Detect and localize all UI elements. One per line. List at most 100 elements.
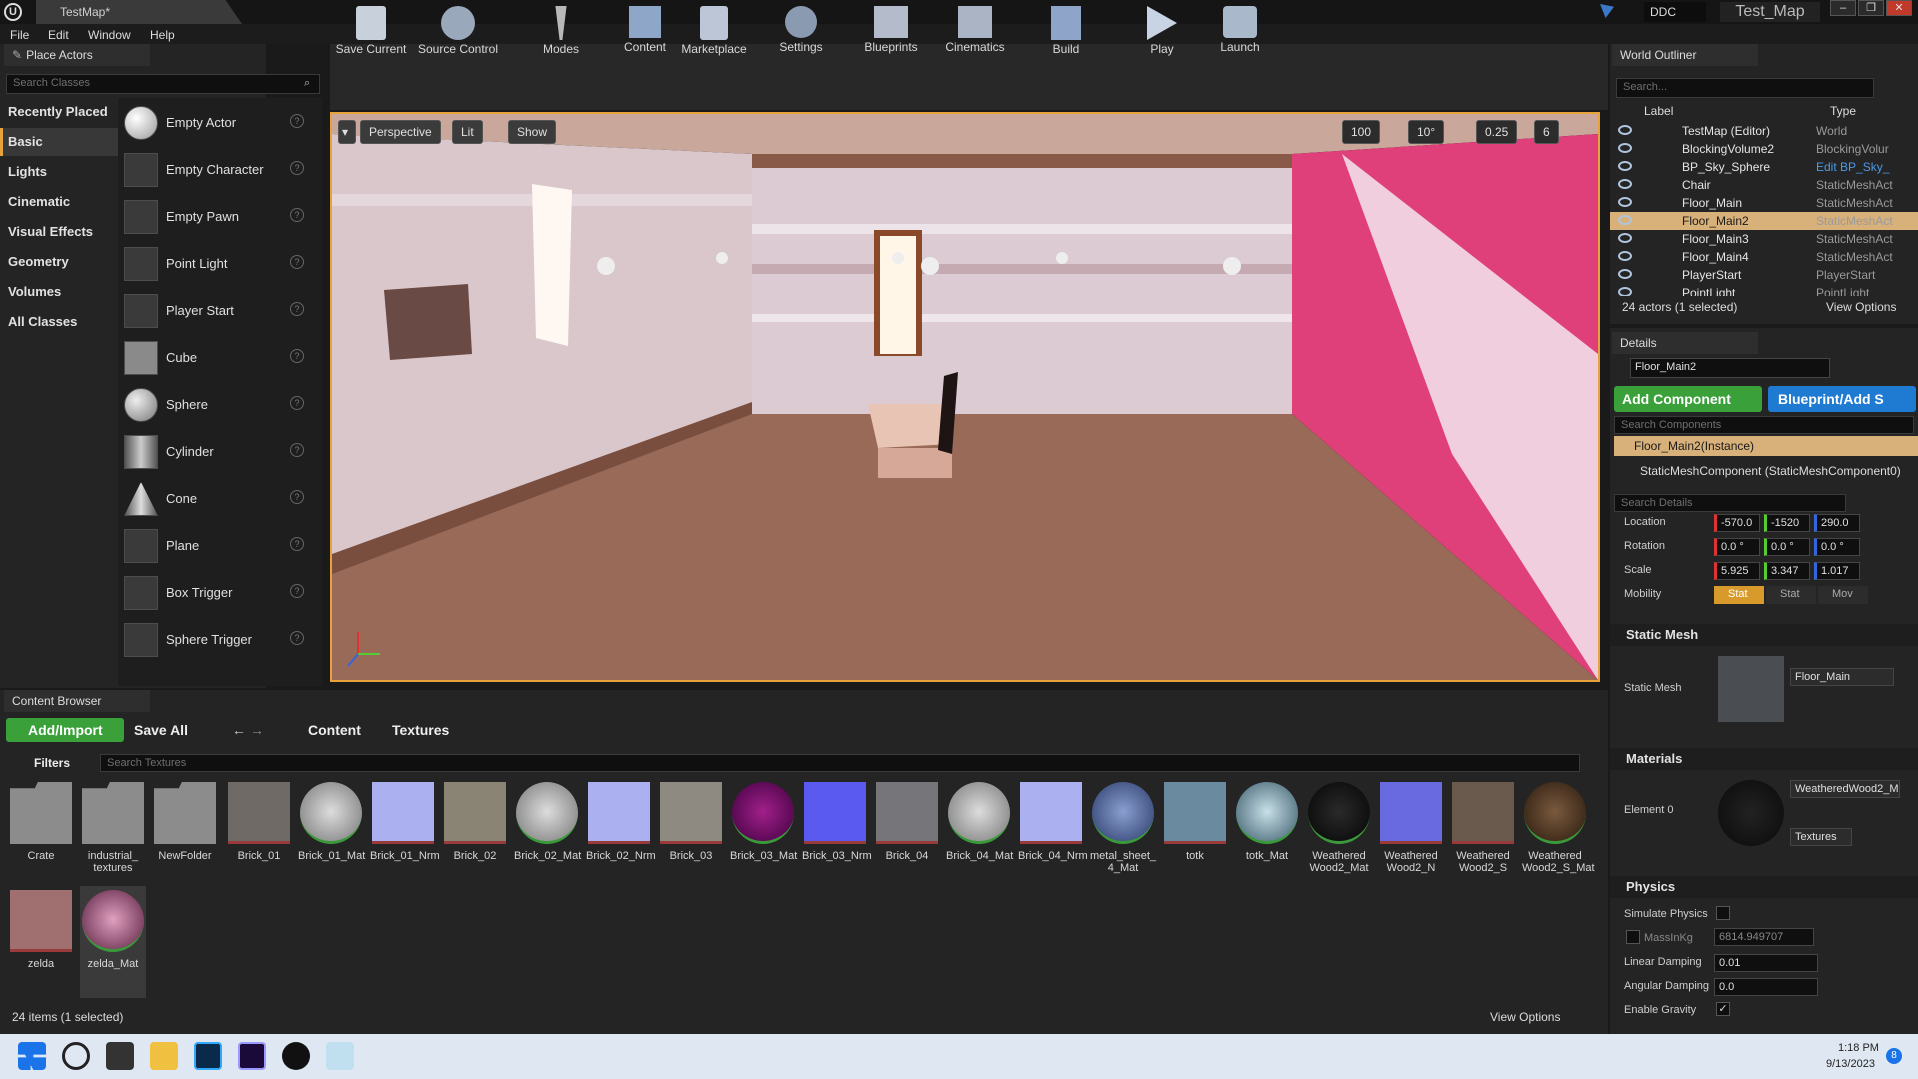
mobility-movable-button[interactable]: Mov <box>1818 586 1868 604</box>
save-current-button[interactable]: Save Current <box>334 0 408 66</box>
asset-tile[interactable]: Weathered Wood2_S <box>1450 782 1516 914</box>
photoshop-icon[interactable] <box>194 1042 222 1070</box>
static-mesh-section[interactable]: Static Mesh <box>1610 624 1918 646</box>
outliner-row-selected[interactable]: Floor_Main2 StaticMeshAct <box>1610 212 1918 230</box>
breadcrumb-content[interactable]: Content <box>308 722 361 738</box>
actor-empty-actor[interactable]: Empty Actor? <box>118 100 316 146</box>
outliner-row[interactable]: PlayerStart PlayerStart <box>1610 266 1918 284</box>
search-classes-input[interactable]: Search Classes <box>6 74 320 94</box>
asset-tile[interactable]: Brick_03_Nrm <box>802 782 872 914</box>
breadcrumb-textures[interactable]: Textures <box>392 722 449 738</box>
mass-input[interactable]: 6814.949707 <box>1714 928 1814 946</box>
component-row[interactable]: StaticMeshComponent (StaticMeshComponent… <box>1640 464 1916 478</box>
asset-tile[interactable]: Brick_02_Nrm <box>586 782 656 914</box>
rotation-z[interactable]: 0.0 ° <box>1814 538 1860 556</box>
actor-empty-character[interactable]: Empty Character? <box>118 147 316 193</box>
asset-tile[interactable]: Brick_02 <box>442 782 508 914</box>
asset-tile[interactable]: Brick_01 <box>226 782 292 914</box>
location-y[interactable]: -1520 <box>1764 514 1810 532</box>
asset-tile[interactable]: Brick_03_Mat <box>730 782 797 914</box>
location-x[interactable]: -570.0 <box>1714 514 1760 532</box>
place-actors-tab[interactable]: ✎ Place Actors <box>4 44 150 66</box>
outliner-row[interactable]: TestMap (Editor) World <box>1610 122 1918 140</box>
category-geometry[interactable]: Geometry <box>0 248 118 276</box>
back-icon[interactable]: ← <box>232 722 246 738</box>
help-icon[interactable]: ? <box>290 114 304 128</box>
world-outliner-tab[interactable]: World Outliner <box>1612 44 1758 66</box>
col-label[interactable]: Label <box>1644 104 1673 118</box>
mobility-stationary-button[interactable]: Stat <box>1766 586 1816 604</box>
eye-icon[interactable] <box>1618 215 1632 225</box>
clock-time[interactable]: 1:18 PM <box>1838 1042 1879 1054</box>
asset-tile[interactable]: Brick_04_Mat <box>946 782 1013 914</box>
category-all-classes[interactable]: All Classes <box>0 308 118 336</box>
eye-icon[interactable] <box>1618 287 1632 296</box>
outliner-row[interactable]: PointLight PointLight <box>1610 284 1918 296</box>
task-view-icon[interactable] <box>106 1042 134 1070</box>
minimize-button[interactable]: – <box>1830 0 1856 16</box>
level-viewport[interactable] <box>330 112 1600 682</box>
asset-tile[interactable]: zelda <box>8 890 74 1002</box>
menu-help[interactable]: Help <box>150 28 175 42</box>
scale-x[interactable]: 5.925 <box>1714 562 1760 580</box>
eye-icon[interactable] <box>1618 197 1632 207</box>
actor-player-start[interactable]: Player Start? <box>118 288 316 334</box>
close-button[interactable]: ✕ <box>1886 0 1912 16</box>
eye-icon[interactable] <box>1618 233 1632 243</box>
search-components-input[interactable]: Search Components <box>1614 416 1914 434</box>
actor-point-light[interactable]: Point Light? <box>118 241 316 287</box>
materials-section[interactable]: Materials <box>1610 748 1918 770</box>
help-icon[interactable]: ? <box>290 443 304 457</box>
play-button[interactable]: Play <box>1132 0 1192 66</box>
viewport-menu-button[interactable]: ▾ <box>338 120 356 144</box>
menu-edit[interactable]: Edit <box>48 28 69 42</box>
asset-tile[interactable]: Weathered Wood2_Mat <box>1306 782 1372 914</box>
save-all-button[interactable]: Save All <box>134 722 188 738</box>
marketplace-button[interactable]: Marketplace <box>678 0 750 66</box>
file-explorer-icon[interactable] <box>150 1042 178 1070</box>
folder-newfolder[interactable]: NewFolder <box>152 782 218 914</box>
help-icon[interactable]: ? <box>290 396 304 410</box>
premiere-icon[interactable] <box>238 1042 266 1070</box>
outliner-row[interactable]: Floor_Main StaticMeshAct <box>1610 194 1918 212</box>
asset-tile[interactable]: Brick_04_Nrm <box>1018 782 1088 914</box>
outliner-view-options[interactable]: View Options <box>1826 300 1896 314</box>
asset-tile[interactable]: Weathered Wood2_N <box>1378 782 1444 914</box>
asset-tile-selected[interactable]: zelda_Mat <box>80 886 146 998</box>
search-textures-input[interactable]: Search Textures <box>100 754 1580 772</box>
category-volumes[interactable]: Volumes <box>0 278 118 306</box>
scale-z[interactable]: 1.017 <box>1814 562 1860 580</box>
asset-tile[interactable]: Weathered Wood2_S_Mat <box>1522 782 1595 914</box>
camera-speed-value[interactable]: 6 <box>1534 120 1559 144</box>
category-basic[interactable]: Basic <box>0 128 118 156</box>
clock-date[interactable]: 9/13/2023 <box>1826 1058 1875 1070</box>
actor-sphere-trigger[interactable]: Sphere Trigger? <box>118 617 316 663</box>
angular-damping-input[interactable]: 0.0 <box>1714 978 1818 996</box>
rotation-snap-value[interactable]: 10° <box>1408 120 1445 144</box>
category-cinematic[interactable]: Cinematic <box>0 188 118 216</box>
actor-cube[interactable]: Cube? <box>118 335 316 381</box>
rotation-y[interactable]: 0.0 ° <box>1764 538 1810 556</box>
static-mesh-thumbnail[interactable] <box>1718 656 1784 722</box>
help-icon[interactable]: ? <box>290 208 304 222</box>
menu-file[interactable]: File <box>10 28 29 42</box>
static-mesh-dropdown[interactable]: Floor_Main <box>1790 668 1894 686</box>
blueprint-add-script-button[interactable]: Blueprint/Add S <box>1768 386 1916 412</box>
element0-thumbnail[interactable] <box>1718 780 1784 846</box>
menu-window[interactable]: Window <box>88 28 131 42</box>
build-button[interactable]: Build <box>1036 0 1096 66</box>
cinematics-button[interactable]: Cinematics <box>938 0 1012 66</box>
search-icon[interactable] <box>62 1042 90 1070</box>
asset-tile[interactable]: Brick_01_Mat <box>298 782 365 914</box>
scale-y[interactable]: 3.347 <box>1764 562 1810 580</box>
ddc-button[interactable]: DDC <box>1644 2 1706 22</box>
asset-tile[interactable]: Brick_04 <box>874 782 940 914</box>
eye-icon[interactable] <box>1618 125 1632 135</box>
col-type[interactable]: Type <box>1830 104 1856 118</box>
mobility-static-button[interactable]: Stat <box>1714 586 1764 604</box>
forward-icon[interactable]: → <box>250 722 264 738</box>
details-tab[interactable]: Details <box>1612 332 1758 354</box>
outliner-row[interactable]: Floor_Main4 StaticMeshAct <box>1610 248 1918 266</box>
show-button[interactable]: Show <box>508 120 557 144</box>
actor-box-trigger[interactable]: Box Trigger? <box>118 570 316 616</box>
